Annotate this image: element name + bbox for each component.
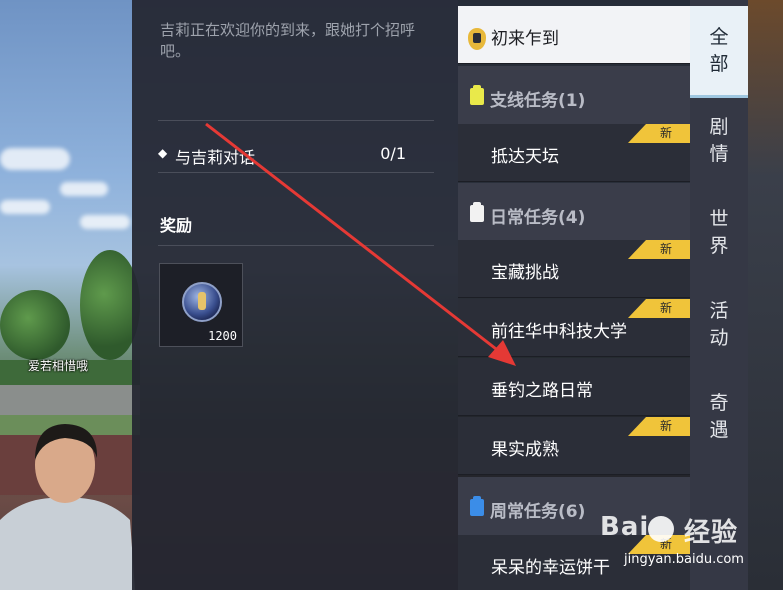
tree bbox=[0, 290, 70, 360]
tab-label: 全部 bbox=[709, 26, 729, 75]
watermark-brand-right: 经验 bbox=[684, 518, 739, 548]
wall bbox=[0, 385, 140, 415]
quest-label: 垂钓之路日常 bbox=[491, 381, 593, 401]
watermark-brand-left: Bai bbox=[600, 512, 650, 542]
tree bbox=[80, 250, 140, 360]
reward-quantity: 1200 bbox=[208, 329, 237, 343]
new-badge: 新 bbox=[628, 124, 690, 143]
category-label: 日常任务(4) bbox=[490, 208, 586, 228]
cloud bbox=[0, 148, 70, 170]
quest-objective: ◆ 与吉莉对话 0/1 bbox=[158, 144, 434, 167]
category-tabs: 全部 剧情 世界 活动 奇遇 bbox=[690, 0, 748, 590]
tab-label: 奇遇 bbox=[709, 392, 729, 441]
clipboard-icon bbox=[470, 202, 484, 222]
quest-label: 前往华中科技大学 bbox=[491, 322, 627, 342]
tab-label: 剧情 bbox=[709, 116, 729, 165]
scene-right-edge bbox=[748, 0, 783, 590]
quest-label: 呆呆的幸运饼干 bbox=[491, 558, 610, 578]
new-badge: 新 bbox=[628, 299, 690, 318]
quest-item[interactable]: 垂钓之路日常 bbox=[458, 358, 690, 416]
quest-label: 抵达天坛 bbox=[491, 147, 559, 167]
cloud bbox=[0, 200, 50, 214]
diamond-bullet-icon: ◆ bbox=[158, 146, 168, 160]
quest-label: 初来乍到 bbox=[491, 29, 559, 49]
quest-item-active[interactable]: 初来乍到 bbox=[458, 6, 690, 64]
quest-label: 果实成熟 bbox=[491, 440, 559, 460]
cloud bbox=[60, 182, 108, 196]
divider bbox=[158, 245, 434, 246]
tab-encounters[interactable]: 奇遇 bbox=[690, 374, 748, 466]
category-side-quests[interactable]: 支线任务(1) bbox=[458, 66, 690, 124]
cloud bbox=[80, 215, 130, 229]
clipboard-icon bbox=[470, 496, 484, 516]
category-label: 周常任务(6) bbox=[490, 502, 586, 522]
reward-item-slot[interactable]: 1200 bbox=[159, 263, 243, 347]
divider bbox=[158, 172, 434, 173]
tab-story[interactable]: 剧情 bbox=[690, 98, 748, 190]
tab-events[interactable]: 活动 bbox=[690, 282, 748, 374]
new-badge: 新 bbox=[628, 417, 690, 436]
quest-item[interactable]: 宝藏挑战 新 bbox=[458, 240, 690, 298]
paw-logo-icon bbox=[648, 516, 674, 542]
tab-label: 世界 bbox=[709, 208, 729, 257]
player-character bbox=[0, 424, 135, 590]
quest-label: 宝藏挑战 bbox=[491, 263, 559, 283]
tab-label: 活动 bbox=[709, 300, 729, 349]
new-badge: 新 bbox=[628, 240, 690, 259]
watermark-url: jingyan.baidu.com bbox=[624, 552, 744, 567]
divider bbox=[158, 120, 434, 121]
quest-detail-panel: 吉莉正在欢迎你的到来，跟她打个招呼吧。 ◆ 与吉莉对话 0/1 奖励 1200 bbox=[132, 0, 458, 590]
reward-heading: 奖励 bbox=[160, 216, 193, 235]
quest-description: 吉莉正在欢迎你的到来，跟她打个招呼吧。 bbox=[160, 21, 416, 60]
tracking-pin-icon bbox=[468, 28, 486, 50]
player-name: 爱若相惜哦 bbox=[28, 359, 89, 373]
tab-world[interactable]: 世界 bbox=[690, 190, 748, 282]
clipboard-icon bbox=[470, 85, 484, 105]
quest-item[interactable]: 前往华中科技大学 新 bbox=[458, 299, 690, 357]
quest-item[interactable]: 果实成熟 新 bbox=[458, 417, 690, 475]
category-daily-quests[interactable]: 日常任务(4) bbox=[458, 183, 690, 241]
quest-list: 初来乍到 支线任务(1) 抵达天坛 新 日常任务(4) 宝藏挑战 新 前往华中科… bbox=[458, 0, 690, 590]
objective-progress: 0/1 bbox=[380, 144, 406, 163]
key-coin-icon bbox=[182, 282, 222, 322]
objective-text: 与吉莉对话 bbox=[175, 148, 256, 167]
category-label: 支线任务(1) bbox=[490, 91, 586, 111]
tab-all[interactable]: 全部 bbox=[690, 6, 748, 98]
watermark: Bai 经验 jingyan.baidu.com bbox=[600, 512, 760, 572]
quest-item[interactable]: 抵达天坛 新 bbox=[458, 124, 690, 182]
